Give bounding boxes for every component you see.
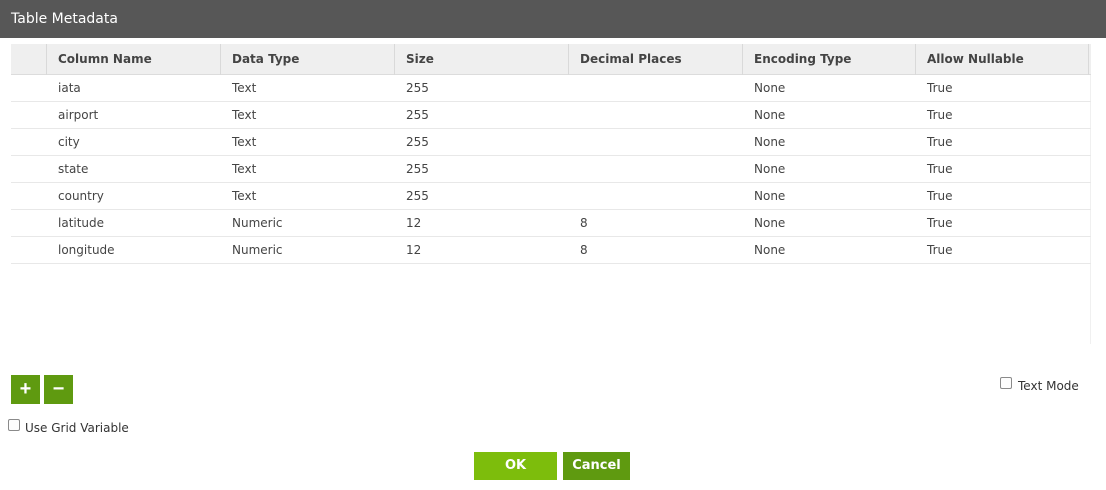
data-type-cell[interactable]: Text: [221, 156, 395, 183]
row-selector[interactable]: [11, 102, 47, 129]
allow-nullable-cell[interactable]: True: [916, 210, 1089, 237]
grid-header: Column Name Data Type Size Decimal Place…: [11, 44, 1091, 75]
table-row[interactable]: latitude Numeric 12 8 None True: [11, 210, 1091, 237]
data-type-cell[interactable]: Numeric: [221, 237, 395, 264]
column-name-cell[interactable]: state: [47, 156, 221, 183]
header-column-name[interactable]: Column Name: [47, 44, 221, 75]
size-cell[interactable]: 255: [395, 156, 569, 183]
metadata-grid: Column Name Data Type Size Decimal Place…: [11, 44, 1091, 344]
decimal-places-cell[interactable]: 8: [569, 210, 743, 237]
text-mode-label[interactable]: Text Mode: [1018, 379, 1079, 393]
header-size[interactable]: Size: [395, 44, 569, 75]
header-allow-nullable[interactable]: Allow Nullable: [916, 44, 1089, 75]
column-name-cell[interactable]: latitude: [47, 210, 221, 237]
add-row-button[interactable]: +: [11, 375, 40, 404]
column-name-cell[interactable]: iata: [47, 75, 221, 102]
table-row[interactable]: iata Text 255 None True: [11, 75, 1091, 102]
encoding-type-cell[interactable]: None: [743, 129, 916, 156]
encoding-type-cell[interactable]: None: [743, 237, 916, 264]
encoding-type-cell[interactable]: None: [743, 75, 916, 102]
size-cell[interactable]: 255: [395, 129, 569, 156]
table-row[interactable]: longitude Numeric 12 8 None True: [11, 237, 1091, 264]
size-cell[interactable]: 255: [395, 75, 569, 102]
row-selector[interactable]: [11, 183, 47, 210]
row-selector[interactable]: [11, 156, 47, 183]
allow-nullable-cell[interactable]: True: [916, 183, 1089, 210]
encoding-type-cell[interactable]: None: [743, 183, 916, 210]
size-cell[interactable]: 12: [395, 210, 569, 237]
column-name-cell[interactable]: longitude: [47, 237, 221, 264]
allow-nullable-cell[interactable]: True: [916, 237, 1089, 264]
row-selector[interactable]: [11, 210, 47, 237]
column-name-cell[interactable]: country: [47, 183, 221, 210]
table-row[interactable]: airport Text 255 None True: [11, 102, 1091, 129]
row-selector[interactable]: [11, 129, 47, 156]
text-mode-checkbox[interactable]: [1000, 377, 1012, 389]
column-name-cell[interactable]: city: [47, 129, 221, 156]
size-cell[interactable]: 12: [395, 237, 569, 264]
allow-nullable-cell[interactable]: True: [916, 156, 1089, 183]
header-row-selector: [11, 44, 47, 75]
column-name-cell[interactable]: airport: [47, 102, 221, 129]
decimal-places-cell[interactable]: [569, 75, 743, 102]
table-row[interactable]: city Text 255 None True: [11, 129, 1091, 156]
size-cell[interactable]: 255: [395, 102, 569, 129]
table-row[interactable]: state Text 255 None True: [11, 156, 1091, 183]
row-selector[interactable]: [11, 237, 47, 264]
header-decimal-places[interactable]: Decimal Places: [569, 44, 743, 75]
encoding-type-cell[interactable]: None: [743, 102, 916, 129]
dialog-title: Table Metadata: [0, 0, 1106, 38]
header-encoding-type[interactable]: Encoding Type: [743, 44, 916, 75]
encoding-type-cell[interactable]: None: [743, 156, 916, 183]
row-selector[interactable]: [11, 75, 47, 102]
allow-nullable-cell[interactable]: True: [916, 129, 1089, 156]
remove-row-button[interactable]: −: [44, 375, 73, 404]
header-data-type[interactable]: Data Type: [221, 44, 395, 75]
allow-nullable-cell[interactable]: True: [916, 102, 1089, 129]
size-cell[interactable]: 255: [395, 183, 569, 210]
decimal-places-cell[interactable]: 8: [569, 237, 743, 264]
data-type-cell[interactable]: Text: [221, 183, 395, 210]
data-type-cell[interactable]: Text: [221, 75, 395, 102]
use-grid-variable-label[interactable]: Use Grid Variable: [25, 421, 129, 435]
table-row[interactable]: country Text 255 None True: [11, 183, 1091, 210]
use-grid-variable-checkbox[interactable]: [8, 419, 20, 431]
decimal-places-cell[interactable]: [569, 183, 743, 210]
decimal-places-cell[interactable]: [569, 102, 743, 129]
decimal-places-cell[interactable]: [569, 156, 743, 183]
data-type-cell[interactable]: Numeric: [221, 210, 395, 237]
ok-button[interactable]: OK: [474, 452, 557, 480]
decimal-places-cell[interactable]: [569, 129, 743, 156]
grid-body: iata Text 255 None True airport Text 255 None Tru…: [11, 75, 1091, 264]
data-type-cell[interactable]: Text: [221, 129, 395, 156]
allow-nullable-cell[interactable]: True: [916, 75, 1089, 102]
cancel-button[interactable]: Cancel: [563, 452, 630, 480]
data-type-cell[interactable]: Text: [221, 102, 395, 129]
encoding-type-cell[interactable]: None: [743, 210, 916, 237]
